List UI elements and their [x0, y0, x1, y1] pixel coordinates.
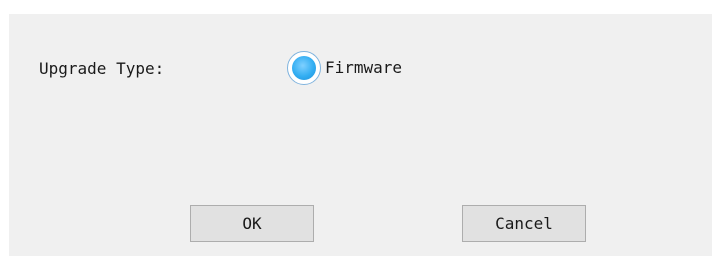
upgrade-type-label: Upgrade Type: — [39, 59, 165, 78]
ok-button[interactable]: OK — [190, 205, 314, 242]
upgrade-dialog: Upgrade Type: Firmware OK Cancel — [9, 14, 712, 256]
radio-firmware[interactable]: Firmware — [287, 51, 402, 85]
cancel-button[interactable]: Cancel — [462, 205, 586, 242]
radio-button-icon[interactable] — [287, 51, 321, 85]
radio-selected-dot-icon — [292, 56, 316, 80]
radio-firmware-label[interactable]: Firmware — [325, 58, 402, 78]
